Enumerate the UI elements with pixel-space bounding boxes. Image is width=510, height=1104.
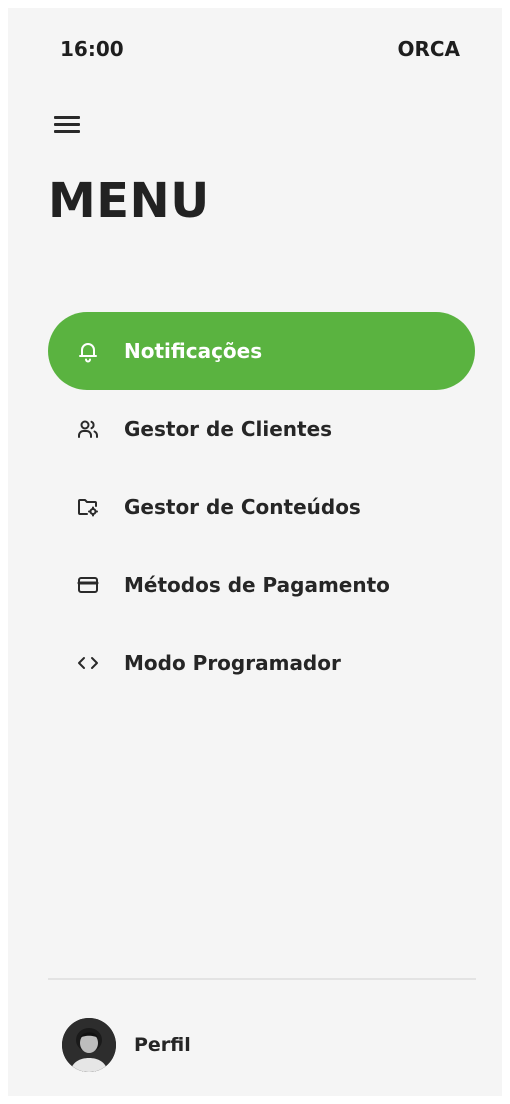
- users-icon: [74, 415, 102, 443]
- code-icon: [74, 649, 102, 677]
- menu-item-label: Modo Programador: [124, 651, 341, 675]
- page-title: MENU: [48, 173, 210, 229]
- menu-item-modo-programador[interactable]: Modo Programador: [48, 624, 475, 702]
- menu-item-label: Notificações: [124, 339, 263, 363]
- folder-settings-icon: [74, 493, 102, 521]
- menu-item-label: Gestor de Clientes: [124, 417, 333, 441]
- status-time: 16:00: [60, 37, 124, 61]
- menu-item-notificacoes[interactable]: Notificações: [48, 312, 475, 390]
- credit-card-icon: [74, 571, 102, 599]
- menu-item-gestor-de-conteudos[interactable]: Gestor de Conteúdos: [48, 468, 475, 546]
- status-bar: 16:00 ORCA: [60, 36, 460, 62]
- menu-list: Notificações Gestor de Clientes Gestor d…: [48, 312, 475, 702]
- menu-item-label: Métodos de Pagamento: [124, 573, 390, 597]
- divider: [48, 978, 476, 980]
- profile-label: Perfil: [134, 1034, 191, 1056]
- app-screen: 16:00 ORCA MENU Notificações Gestor de C…: [8, 8, 502, 1096]
- hamburger-icon[interactable]: [54, 112, 82, 134]
- avatar: [62, 1018, 116, 1072]
- status-carrier: ORCA: [397, 37, 460, 61]
- menu-item-label: Gestor de Conteúdos: [124, 495, 361, 519]
- profile-button[interactable]: Perfil: [62, 1018, 191, 1072]
- menu-item-metodos-de-pagamento[interactable]: Métodos de Pagamento: [48, 546, 475, 624]
- menu-item-gestor-de-clientes[interactable]: Gestor de Clientes: [48, 390, 475, 468]
- bell-icon: [74, 337, 102, 365]
